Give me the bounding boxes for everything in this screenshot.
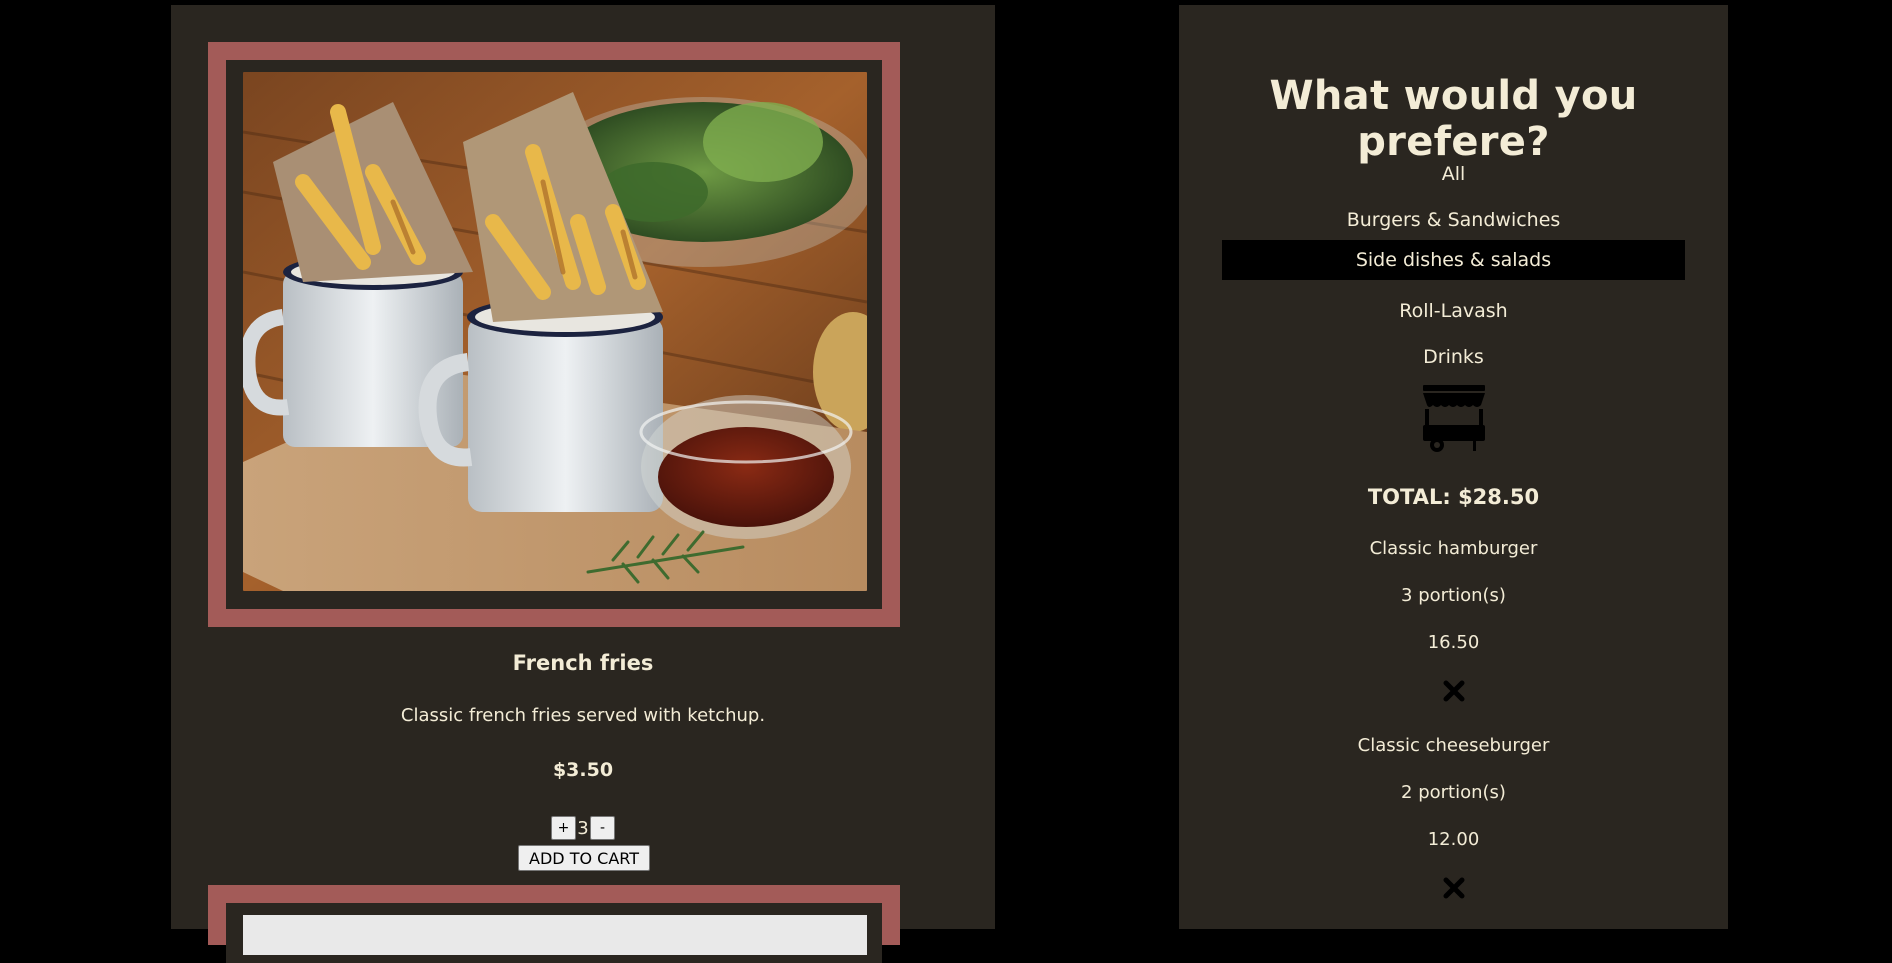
product-price: $3.50: [552, 759, 614, 781]
food-cart-icon[interactable]: [1421, 383, 1487, 453]
cart-total: TOTAL: $28.50: [1367, 485, 1540, 509]
french-fries-photo: [243, 72, 867, 591]
close-icon[interactable]: [1440, 874, 1468, 902]
cart-item-price: 12.00: [1427, 829, 1480, 850]
close-icon[interactable]: [1440, 677, 1468, 705]
menu-sidebar: What would you prefere? All Burgers & Sa…: [1179, 5, 1728, 929]
cart-item-portions: 3 portion(s): [1401, 585, 1506, 606]
cart-item-price: 16.50: [1427, 632, 1480, 653]
category-roll-lavash[interactable]: Roll-Lavash: [1222, 291, 1685, 331]
next-product-photo: [243, 915, 867, 955]
category-all[interactable]: All: [1222, 154, 1685, 194]
next-product-image-frame: [208, 885, 900, 963]
product-image-mat: [226, 60, 882, 609]
quantity-stepper: + 3 -: [551, 816, 615, 840]
product-image-frame: [208, 42, 900, 627]
quantity-value: 3: [577, 817, 589, 839]
next-product-image-mat: [226, 903, 882, 963]
product-description: Classic french fries served with ketchup…: [400, 705, 766, 726]
category-burgers-sandwiches[interactable]: Burgers & Sandwiches: [1222, 200, 1685, 240]
cart-item-name: Classic cheeseburger: [1357, 735, 1550, 756]
increase-quantity-button[interactable]: +: [551, 816, 576, 840]
add-to-cart-button[interactable]: ADD TO CART: [518, 845, 650, 871]
cart-item-name: Classic hamburger: [1369, 538, 1538, 559]
product-panel: French fries Classic french fries served…: [171, 5, 995, 963]
category-drinks[interactable]: Drinks: [1222, 337, 1685, 377]
cart-item-portions: 2 portion(s): [1401, 782, 1506, 803]
product-title: French fries: [512, 651, 654, 675]
sidebar-heading: What would you prefere?: [1269, 73, 1638, 165]
decrease-quantity-button[interactable]: -: [590, 816, 615, 840]
category-side-dishes-salads[interactable]: Side dishes & salads: [1222, 240, 1685, 280]
